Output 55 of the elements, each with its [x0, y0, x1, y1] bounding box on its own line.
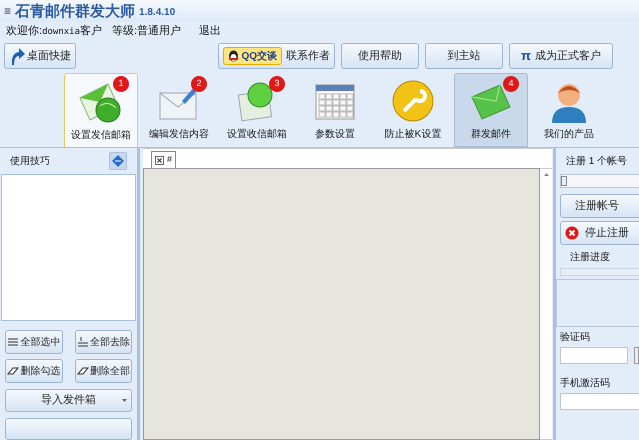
window-title: 石青邮件群发大师: [15, 0, 136, 22]
captcha-field[interactable]: [560, 347, 628, 364]
list-action-button[interactable]: 删除全部: [74, 359, 132, 384]
phone-code-field[interactable]: [560, 393, 639, 410]
progress-label: 注册进度: [570, 250, 611, 265]
import-dropdown[interactable]: 导入发件箱: [5, 389, 132, 412]
toolbar-tab[interactable]: 设置收信邮箱 3: [220, 73, 294, 147]
number-badge: 3: [269, 76, 285, 92]
toolbar-button[interactable]: 到主站: [425, 43, 503, 69]
list-arrow-icon: [76, 337, 89, 348]
account-count-label: 注册 1 个帐号: [566, 154, 628, 169]
up-arrow-icon[interactable]: [544, 173, 548, 176]
slider-track[interactable]: [560, 174, 639, 188]
toolbar-tab[interactable]: 我们的产品: [532, 73, 606, 147]
wrench-icon: [390, 79, 436, 123]
eraser-icon: [76, 366, 89, 376]
list-action-button[interactable]: 删除勾选: [5, 359, 62, 384]
penguin-icon: [228, 50, 240, 62]
number-badge: 2: [191, 76, 207, 92]
desktop-shortcut-button[interactable]: 桌面快捷: [4, 43, 76, 69]
panel-title: 使用技巧: [10, 154, 50, 169]
logout-link[interactable]: 退出: [199, 22, 222, 40]
toolbar-button[interactable]: 使用帮助: [341, 43, 419, 69]
list-action-button[interactable]: 全部选中: [5, 330, 62, 354]
toolbar-tab[interactable]: 群发邮件 4: [454, 73, 528, 147]
toolbar-tab[interactable]: 防止被K设置: [376, 73, 450, 147]
toolbar-tab[interactable]: 编辑发信内容 2: [142, 73, 216, 147]
collapse-button[interactable]: [109, 152, 127, 170]
list-icon: [7, 337, 20, 348]
close-icon[interactable]: [155, 156, 164, 164]
number-badge: 1: [113, 76, 129, 92]
stop-icon: [565, 226, 579, 240]
qq-chat-badge[interactable]: QQ交谈: [223, 47, 282, 65]
become-customer-button[interactable]: π 成为正式客户: [509, 43, 613, 69]
welcome-text: 欢迎你:downxia客户: [6, 24, 102, 39]
menu-glyph[interactable]: ≡: [4, 2, 12, 20]
add-outbox-button[interactable]: [5, 418, 132, 440]
phone-code-label: 手机激活码: [560, 376, 611, 391]
contact-author-label: 联系作者: [286, 48, 330, 64]
eraser-icon: [7, 366, 20, 376]
editor-tab[interactable]: #: [151, 151, 176, 168]
toolbar-tab[interactable]: 设置发信邮箱 1: [64, 73, 138, 147]
register-button[interactable]: 注册帐号: [560, 194, 639, 218]
level-text: 等级:普通用户: [112, 24, 182, 39]
captcha-label: 验证码: [560, 331, 591, 345]
toolbar-tab[interactable]: 参数设置: [298, 73, 372, 147]
curved-arrow-icon: [9, 47, 25, 65]
slider-thumb[interactable]: [561, 176, 567, 186]
contact-author-button[interactable]: QQ交谈 联系作者: [218, 43, 335, 69]
stop-button[interactable]: 停止注册: [560, 221, 639, 245]
pi-glyph: π: [521, 47, 531, 66]
list-action-button[interactable]: 全部去除: [74, 330, 132, 354]
caret-icon: [122, 398, 127, 402]
number-badge: 4: [503, 76, 519, 92]
version-label: 1.8.4.10: [139, 6, 176, 20]
